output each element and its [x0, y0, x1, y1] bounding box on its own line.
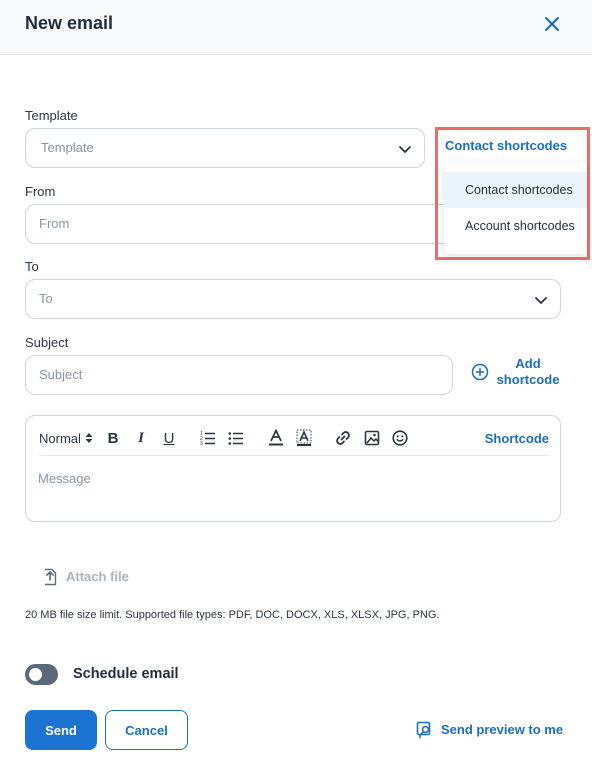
file-limit-note: 20 MB file size limit. Supported file ty…	[25, 609, 440, 621]
updown-icon	[85, 433, 93, 443]
attach-file-icon	[45, 568, 57, 586]
image-icon[interactable]	[364, 428, 380, 448]
dropdown-option-contact-shortcodes[interactable]: Contact shortcodes	[444, 172, 587, 208]
to-placeholder: To	[39, 291, 53, 306]
link-icon[interactable]	[335, 428, 351, 448]
add-shortcode-button[interactable]: Add shortcode	[471, 356, 563, 390]
attach-file-label: Attach file	[66, 569, 129, 584]
close-button[interactable]	[540, 12, 564, 36]
format-select[interactable]: Normal	[39, 428, 94, 448]
template-placeholder: Template	[41, 140, 94, 155]
template-label: Template	[25, 108, 78, 123]
from-label: From	[25, 184, 56, 199]
shortcode-dropdown-trigger[interactable]: Contact shortcodes	[445, 138, 567, 153]
from-placeholder: From	[39, 216, 70, 231]
subject-field[interactable]: Subject	[25, 355, 453, 395]
shortcode-link[interactable]: Shortcode	[485, 428, 549, 448]
template-select[interactable]: Template	[25, 128, 425, 168]
toggle-knob	[29, 668, 42, 681]
text-color-icon[interactable]	[268, 428, 284, 448]
to-label: To	[25, 259, 39, 274]
underline-icon[interactable]: U	[161, 428, 177, 448]
bold-icon[interactable]: B	[106, 428, 120, 448]
send-button[interactable]: Send	[25, 710, 97, 750]
shortcode-dropdown-menu: Contact shortcodes Account shortcodes	[444, 162, 587, 254]
send-preview-label: Send preview to me	[441, 722, 564, 737]
schedule-label: Schedule email	[73, 666, 179, 682]
modal-header: New email	[0, 0, 592, 55]
plus-circle-icon	[471, 363, 489, 381]
chevron-down-icon	[399, 146, 411, 153]
preview-icon	[416, 721, 431, 739]
ordered-list-icon[interactable]: 123	[200, 428, 216, 448]
editor-toolbar: Normal B I U 123 Shortcode	[39, 428, 549, 456]
modal-title: New email	[25, 13, 114, 33]
highlight-icon[interactable]	[296, 428, 312, 448]
cancel-button[interactable]: Cancel	[105, 710, 188, 750]
to-select[interactable]: To	[25, 279, 561, 319]
svg-text:3: 3	[200, 441, 203, 446]
message-editor[interactable]: Normal B I U 123 Shortcode Message	[25, 415, 561, 522]
chevron-down-icon	[535, 297, 547, 304]
italic-icon[interactable]: I	[134, 428, 148, 448]
format-select-label: Normal	[39, 430, 81, 446]
close-icon	[544, 16, 560, 32]
subject-placeholder: Subject	[39, 367, 83, 382]
subject-label: Subject	[25, 335, 69, 350]
schedule-toggle[interactable]	[25, 664, 58, 685]
dropdown-option-account-shortcodes[interactable]: Account shortcodes	[444, 208, 587, 244]
add-shortcode-label-line2: shortcode	[496, 372, 560, 387]
bullet-list-icon[interactable]	[228, 428, 244, 448]
emoji-icon[interactable]	[392, 428, 408, 448]
message-placeholder: Message	[38, 471, 91, 486]
add-shortcode-label-line1: Add	[515, 356, 541, 371]
